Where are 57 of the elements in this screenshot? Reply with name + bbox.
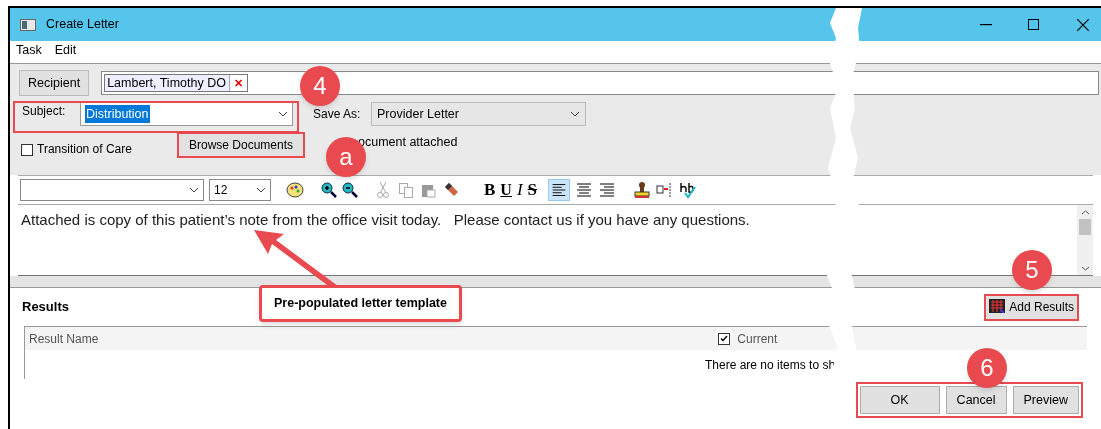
- column-header[interactable]: Result Name: [29, 329, 99, 348]
- window-title: Create Letter: [46, 16, 119, 34]
- checkbox[interactable]: [718, 332, 731, 345]
- scroll-down-icon[interactable]: [1080, 266, 1090, 271]
- align-left-icon[interactable]: [548, 179, 571, 201]
- save-as-dropdown[interactable]: Provider Letter: [371, 102, 586, 126]
- letter-text: Attached is copy of this patient’s note from the office visit today. Please contact us if you have any questions.: [21, 210, 750, 230]
- checkbox[interactable]: [21, 144, 33, 156]
- italic-button[interactable]: I: [516, 177, 523, 203]
- dialog-button[interactable]: OK: [859, 386, 940, 414]
- callout-box: Pre-populated letter template: [259, 285, 462, 322]
- maximize-icon[interactable]: [1028, 19, 1039, 30]
- chevron-icon: [256, 187, 266, 193]
- chevron-icon: [570, 111, 580, 117]
- save-as-value: Provider Letter: [377, 105, 459, 123]
- attachment-status: ocument attached: [358, 133, 458, 151]
- check-icon: [720, 335, 729, 342]
- underline-button[interactable]: U: [500, 178, 512, 202]
- recipient-name: Lambert, Timothy DO: [107, 74, 226, 92]
- remove-button[interactable]: ✕: [228, 74, 247, 92]
- minimize-icon[interactable]: [980, 23, 992, 26]
- browse-documents-button[interactable]: Browse Documents: [177, 132, 305, 158]
- checkbox-label: Transition of Care: [37, 141, 133, 158]
- zoom-in-icon[interactable]: [321, 182, 337, 198]
- font-dropdown[interactable]: [20, 179, 204, 201]
- chevron-icon: [278, 111, 288, 117]
- bold-button[interactable]: B: [484, 177, 496, 203]
- palette-icon[interactable]: [286, 182, 304, 198]
- close-icon[interactable]: [1077, 18, 1089, 31]
- subject-label: Subject:: [21, 103, 67, 120]
- results-heading: Results: [22, 298, 69, 317]
- scroll-up-icon[interactable]: [1080, 210, 1090, 215]
- paste-icon[interactable]: [421, 182, 436, 198]
- align-center-icon[interactable]: [575, 181, 594, 199]
- dialog-button[interactable]: Preview: [1012, 386, 1079, 414]
- subject-value: Distribution: [85, 104, 150, 124]
- align-right-icon[interactable]: [598, 181, 617, 199]
- scroll-thumb[interactable]: [1079, 219, 1091, 235]
- add-results-button[interactable]: Add Results: [984, 293, 1079, 321]
- zoom-out-icon[interactable]: [342, 182, 358, 198]
- recipient-button[interactable]: Recipient: [19, 70, 90, 96]
- scrollbar[interactable]: [1077, 205, 1093, 275]
- strikethrough-button[interactable]: S: [527, 177, 538, 203]
- stamp-icon[interactable]: [633, 181, 652, 199]
- spellcheck-icon[interactable]: [679, 181, 698, 199]
- chevron-icon: [189, 187, 199, 193]
- menu-item[interactable]: Task: [16, 41, 42, 60]
- dialog-button[interactable]: Cancel: [945, 386, 1007, 414]
- save-as-label: Save As:: [313, 106, 362, 123]
- menu-item[interactable]: Edit: [54, 41, 77, 60]
- font-size-value: 12: [214, 182, 228, 199]
- subject-dropdown[interactable]: Distribution: [80, 102, 293, 126]
- font-size-dropdown[interactable]: 12: [209, 179, 271, 201]
- column-header[interactable]: Current: [737, 329, 778, 348]
- grid-icon: [989, 299, 1008, 315]
- eraser-icon[interactable]: [443, 182, 459, 198]
- window-icon: [20, 18, 36, 31]
